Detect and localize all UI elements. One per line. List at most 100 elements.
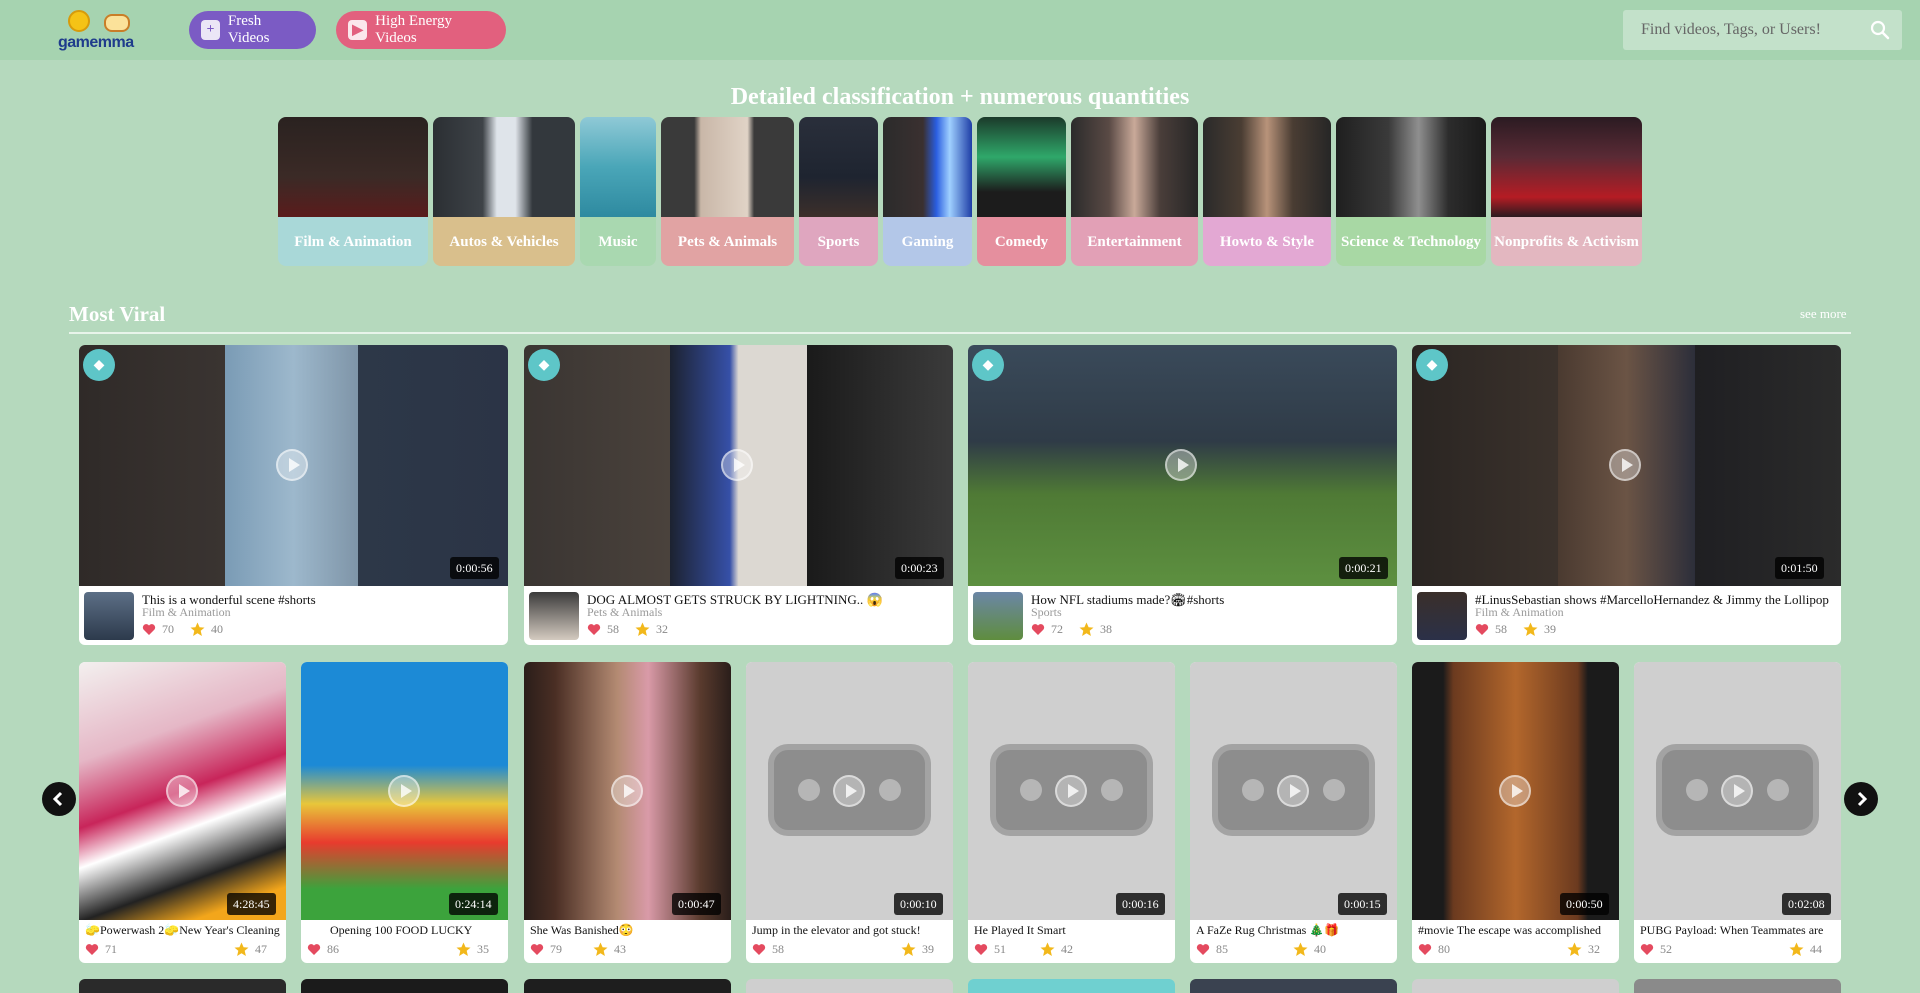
video-category[interactable]: Film & Animation	[142, 605, 231, 620]
category-gaming[interactable]: Gaming	[883, 117, 972, 266]
video-card[interactable]: 0:00:10 Jump in the elevator and got stu…	[746, 662, 953, 963]
video-title[interactable]: Jump in the elevator and got stuck!	[752, 923, 948, 938]
section-divider	[69, 332, 1851, 334]
video-category[interactable]: Sports	[1031, 605, 1062, 620]
featured-video-card[interactable]: ◆ 0:01:50 #LinusSebastian shows #Marcell…	[1412, 345, 1841, 645]
play-icon[interactable]	[1165, 449, 1197, 481]
video-category[interactable]: Film & Animation	[1475, 605, 1564, 620]
search-input[interactable]	[1623, 10, 1863, 50]
category-howto-style[interactable]: Howto & Style	[1203, 117, 1331, 266]
carousel-prev-button[interactable]	[42, 782, 76, 816]
search-icon[interactable]	[1870, 20, 1890, 40]
featured-video-card[interactable]: ◆ 0:00:21 How NFL stadiums made?🏟#shorts…	[968, 345, 1397, 645]
category-pets-animals[interactable]: Pets & Animals	[661, 117, 794, 266]
next-row-card[interactable]	[968, 979, 1175, 993]
play-icon[interactable]	[388, 775, 420, 807]
video-title[interactable]: Opening 100 FOOD LUCKY	[330, 923, 508, 938]
category-entertainment[interactable]: Entertainment	[1071, 117, 1198, 266]
avatar[interactable]	[84, 592, 134, 640]
category-thumbnail	[1203, 117, 1331, 217]
next-row-card[interactable]	[524, 979, 731, 993]
heart-icon	[1196, 944, 1210, 955]
video-thumbnail[interactable]: 0:00:10	[746, 662, 953, 920]
heart-icon	[85, 944, 99, 955]
video-thumbnail[interactable]: ◆ 0:00:21	[968, 345, 1397, 586]
category-sports[interactable]: Sports	[799, 117, 878, 266]
video-title[interactable]: How NFL stadiums made?🏟#shorts	[1031, 592, 1391, 608]
video-thumbnail[interactable]: 0:02:08	[1634, 662, 1841, 920]
video-title[interactable]: #movie The escape was accomplished	[1418, 923, 1614, 938]
video-title[interactable]: A FaZe Rug Christmas 🎄🎁	[1196, 923, 1392, 938]
fresh-videos-label: Fresh Videos	[227, 13, 270, 46]
video-card[interactable]: 4:28:45 🧽Powerwash 2🧽New Year's Cleaning…	[79, 662, 286, 963]
category-thumbnail	[1336, 117, 1486, 217]
video-thumbnail[interactable]: 0:00:16	[968, 662, 1175, 920]
video-thumbnail[interactable]: ◆ 0:00:23	[524, 345, 953, 586]
stars-value: 39	[1544, 622, 1556, 636]
play-icon[interactable]	[276, 449, 308, 481]
video-title[interactable]: He Played It Smart	[974, 923, 1170, 938]
stars-count: 42	[1040, 942, 1073, 957]
video-title[interactable]: She Was Banished😳	[530, 923, 726, 938]
video-card[interactable]: 0:00:47 She Was Banished😳 79 43	[524, 662, 731, 963]
video-thumbnail[interactable]: 0:24:14	[301, 662, 508, 920]
play-icon[interactable]	[1609, 449, 1641, 481]
category-science-technology[interactable]: Science & Technology	[1336, 117, 1486, 266]
heart-icon	[974, 944, 988, 955]
classification-title: Detailed classification + numerous quant…	[730, 84, 1190, 110]
diamond-icon: ◆	[83, 349, 115, 381]
play-icon[interactable]	[1055, 775, 1087, 807]
next-row-card[interactable]	[1190, 979, 1397, 993]
stars-value: 40	[1314, 942, 1326, 956]
next-row-card[interactable]	[746, 979, 953, 993]
placeholder-dot	[879, 779, 901, 801]
next-row-card[interactable]	[1634, 979, 1841, 993]
video-title[interactable]: 🧽Powerwash 2🧽New Year's Cleaning	[85, 923, 281, 938]
video-thumbnail[interactable]: 0:00:47	[524, 662, 731, 920]
category-music[interactable]: Music	[580, 117, 656, 266]
video-thumbnail[interactable]: ◆ 0:00:56	[79, 345, 508, 586]
next-row-card[interactable]	[301, 979, 508, 993]
category-nonprofits-activism[interactable]: Nonprofits & Activism	[1491, 117, 1642, 266]
stars-count: 39	[1523, 622, 1556, 637]
likes-count: 58	[587, 622, 619, 637]
category-thumbnail	[661, 117, 794, 217]
featured-video-card[interactable]: ◆ 0:00:23 DOG ALMOST GETS STRUCK BY LIGH…	[524, 345, 953, 645]
avatar[interactable]	[973, 592, 1023, 640]
see-more-link[interactable]: see more	[1800, 306, 1847, 322]
play-icon[interactable]	[1721, 775, 1753, 807]
video-category[interactable]: Pets & Animals	[587, 605, 662, 620]
video-card[interactable]: 0:00:16 He Played It Smart 51 42	[968, 662, 1175, 963]
video-thumbnail[interactable]: 0:00:50	[1412, 662, 1619, 920]
likes-value: 52	[1660, 942, 1672, 956]
play-icon[interactable]	[721, 449, 753, 481]
video-thumbnail[interactable]: 0:00:15	[1190, 662, 1397, 920]
next-row-card[interactable]	[79, 979, 286, 993]
category-thumbnail	[799, 117, 878, 217]
play-icon[interactable]	[166, 775, 198, 807]
video-thumbnail[interactable]: ◆ 0:01:50	[1412, 345, 1841, 586]
video-card[interactable]: 0:00:15 A FaZe Rug Christmas 🎄🎁 85 40	[1190, 662, 1397, 963]
category-thumbnail	[1491, 117, 1642, 217]
fresh-videos-button[interactable]: + Fresh Videos	[189, 11, 316, 49]
avatar[interactable]	[529, 592, 579, 640]
video-title[interactable]: PUBG Payload: When Teammates are	[1640, 923, 1836, 938]
category-comedy[interactable]: Comedy	[977, 117, 1066, 266]
video-card[interactable]: 0:00:50 #movie The escape was accomplish…	[1412, 662, 1619, 963]
play-icon[interactable]	[833, 775, 865, 807]
next-row-card[interactable]	[1412, 979, 1619, 993]
featured-video-card[interactable]: ◆ 0:00:56 This is a wonderful scene #sho…	[79, 345, 508, 645]
stars-value: 42	[1061, 942, 1073, 956]
play-icon[interactable]	[1499, 775, 1531, 807]
video-card[interactable]: 0:24:14 Opening 100 FOOD LUCKY 86 35	[301, 662, 508, 963]
category-film-animation[interactable]: Film & Animation	[278, 117, 428, 266]
avatar[interactable]	[1417, 592, 1467, 640]
high-energy-videos-button[interactable]: ▶ High Energy Videos	[336, 11, 506, 49]
play-icon[interactable]	[611, 775, 643, 807]
play-icon[interactable]	[1277, 775, 1309, 807]
site-logo[interactable]: gamemma	[58, 8, 144, 52]
carousel-next-button[interactable]	[1844, 782, 1878, 816]
video-thumbnail[interactable]: 4:28:45	[79, 662, 286, 920]
category-autos-vehicles[interactable]: Autos & Vehicles	[433, 117, 575, 266]
video-card[interactable]: 0:02:08 PUBG Payload: When Teammates are…	[1634, 662, 1841, 963]
